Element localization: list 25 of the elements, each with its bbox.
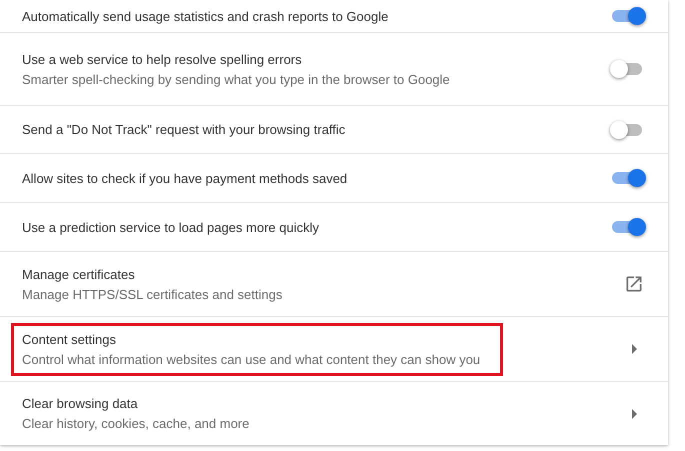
setting-title: Manage certificates xyxy=(22,266,136,282)
settings-row[interactable]: Send a "Do Not Track" request with your browsing traffic xyxy=(0,105,668,153)
setting-title: Use a web service to help resolve spelling errors xyxy=(22,52,303,66)
setting-title: Content settings xyxy=(22,332,117,346)
external-link-icon[interactable] xyxy=(624,274,644,294)
setting-description: Manage HTTPS/SSL certificates and settings xyxy=(22,286,284,302)
settings-row[interactable]: Allow sites to check if you have payment methods saved xyxy=(0,153,668,202)
setting-title: Clear browsing data xyxy=(22,396,139,411)
settings-row[interactable]: Clear browsing data Clear history, cookies, cache, and more xyxy=(0,381,668,445)
toggle-switch[interactable] xyxy=(612,63,642,75)
toggle-switch[interactable] xyxy=(612,124,642,136)
setting-title: Automatically send usage statistics and crash reports to Google xyxy=(22,8,390,24)
setting-description: Clear history, cookies, cache, and more xyxy=(22,416,250,431)
settings-row[interactable]: Content settings Control what information websites can use and what content they can show you xyxy=(0,316,668,381)
settings-row[interactable]: Manage certificates Manage HTTPS/SSL certificates and settings xyxy=(0,251,668,316)
setting-title: Allow sites to check if you have payment methods saved xyxy=(22,170,348,186)
arrow-right-icon[interactable] xyxy=(632,408,638,418)
arrow-right-icon[interactable] xyxy=(632,344,638,354)
settings-row[interactable]: Use a prediction service to load pages more quickly xyxy=(0,202,668,251)
setting-description: Smarter spell-checking by sending what you type in the browser to Google xyxy=(22,72,451,86)
setting-description: Control what information websites can use and what content they can show you xyxy=(22,352,482,366)
setting-title: Send a "Do Not Track" request with your browsing traffic xyxy=(22,122,346,137)
settings-row[interactable]: Automatically send usage statistics and crash reports to Google xyxy=(0,0,668,32)
setting-title: Use a prediction service to load pages more quickly xyxy=(22,220,320,234)
settings-row[interactable]: Use a web service to help resolve spelling errors Smarter spell-checking by sending what you type in the browser to Google xyxy=(0,32,668,105)
